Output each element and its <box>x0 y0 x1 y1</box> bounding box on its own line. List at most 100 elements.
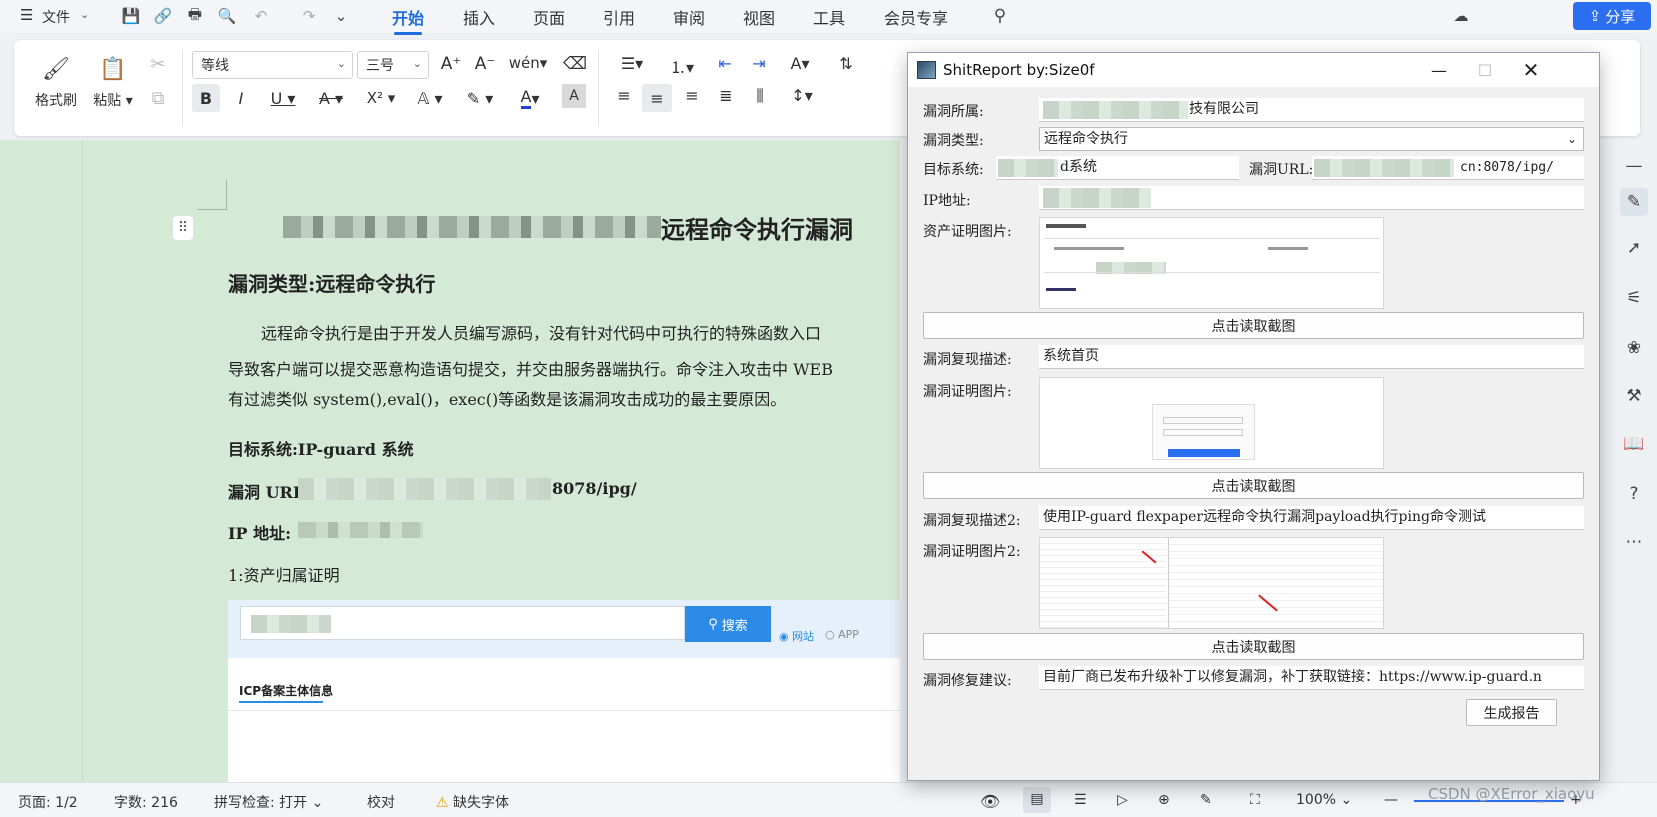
hamburger-icon[interactable]: ☰ <box>20 6 33 24</box>
undo-icon[interactable]: ↶ <box>251 6 271 26</box>
eye-icon[interactable]: 👁 <box>980 792 1000 811</box>
missing-font-warning[interactable]: ⚠ 缺失字体 <box>436 792 509 812</box>
link-icon[interactable]: 🔗 <box>153 6 173 26</box>
ip-address-input[interactable] <box>1039 186 1584 210</box>
line-spacing-icon[interactable]: ↕▾ <box>782 86 822 105</box>
print-icon[interactable]: 🖶 <box>185 5 205 26</box>
tab-page[interactable]: 页面 <box>533 5 565 29</box>
tab-tools[interactable]: 工具 <box>813 5 845 29</box>
tab-view[interactable]: 视图 <box>743 5 775 29</box>
more-chevron-icon[interactable]: ⌄ <box>331 6 351 26</box>
read-screenshot-button-2[interactable]: 点击读取截图 <box>923 472 1584 499</box>
minimize-button[interactable]: — <box>1416 53 1462 87</box>
grow-font-icon[interactable]: A⁺ <box>438 54 464 74</box>
thumb-login-box <box>1152 404 1255 460</box>
page-view-icon[interactable]: ▤ <box>1023 787 1051 813</box>
decrease-indent-icon[interactable]: ⇤ <box>712 54 738 73</box>
drag-handle-icon[interactable]: ⠿ <box>173 216 193 240</box>
align-center-icon[interactable]: ≡ <box>642 84 672 112</box>
play-icon[interactable]: ▷ <box>1117 792 1128 808</box>
pen-icon[interactable]: ✎ <box>1620 188 1648 216</box>
cut-icon[interactable]: ✂ <box>146 54 170 75</box>
close-button[interactable]: ✕ <box>1508 53 1554 87</box>
distributed-icon[interactable]: ⫼ <box>746 86 774 106</box>
zoom-level[interactable]: 100% ⌄ <box>1296 792 1352 808</box>
web-view-icon[interactable]: ⊕ <box>1158 792 1170 808</box>
save-icon[interactable]: 💾 <box>121 6 141 26</box>
generate-report-button[interactable]: 生成报告 <box>1466 699 1557 726</box>
read-screenshot-button-3[interactable]: 点击读取截图 <box>923 633 1584 660</box>
repro-desc-input[interactable]: 系统首页 <box>1039 345 1584 369</box>
align-right-icon[interactable]: ≡ <box>678 86 706 105</box>
search-icon: ⚲ <box>708 616 718 632</box>
italic-button[interactable]: I <box>228 84 254 112</box>
outline-view-icon[interactable]: ☰ <box>1074 792 1087 808</box>
annotate-icon[interactable]: ✎ <box>1200 792 1212 808</box>
strikethrough-button[interactable]: A ▾ <box>312 84 350 112</box>
pointer-icon[interactable]: ➚ <box>1622 236 1646 260</box>
text-direction-icon[interactable]: A▾ <box>780 54 820 73</box>
cloud-chat-icon[interactable]: ☁ <box>1451 6 1471 26</box>
repro-desc2-input[interactable]: 使用IP-guard flexpaper远程命令执行漏洞payload执行pin… <box>1039 506 1584 530</box>
underline-button[interactable]: U ▾ <box>264 84 302 112</box>
minus-icon[interactable]: — <box>1622 154 1646 178</box>
justify-icon[interactable]: ≣ <box>712 86 740 105</box>
file-menu[interactable]: 文件 <box>42 7 70 27</box>
book-icon[interactable]: 📖 <box>1622 432 1646 456</box>
font-color-button[interactable]: A ▾ <box>510 84 550 112</box>
align-left-icon[interactable]: ≡ <box>610 86 638 105</box>
sliders-icon[interactable]: ⚟ <box>1622 286 1646 310</box>
share-button[interactable]: ⇪ 分享 <box>1573 2 1651 30</box>
vuln-type-select[interactable]: 远程命令执行 ⌄ <box>1039 127 1584 151</box>
superscript-button[interactable]: X² ▾ <box>360 84 402 112</box>
eraser-icon[interactable]: ⌫ <box>562 54 588 74</box>
proofread-button[interactable]: 校对 <box>367 792 395 812</box>
para-line-1: 远程命令执行是由于开发人员编写源码，没有针对代码中可执行的特殊函数入口 <box>261 324 822 343</box>
word-count[interactable]: 字数: 216 <box>114 792 178 812</box>
char-shading-button[interactable]: A <box>562 84 586 108</box>
page-indicator[interactable]: 页面: 1/2 <box>18 792 78 812</box>
read-screenshot-button-1[interactable]: 点击读取截图 <box>923 312 1584 339</box>
tab-member[interactable]: 会员专享 <box>884 5 948 29</box>
chevron-down-icon[interactable]: ⌄ <box>80 8 89 21</box>
bullet-list-button[interactable]: ☰▾ <box>612 54 652 73</box>
zoom-out-icon[interactable]: — <box>1384 792 1398 808</box>
fix-suggestion-input[interactable]: 目前厂商已发布升级补丁以修复漏洞，补丁获取链接：https://www.ip-g… <box>1039 666 1584 690</box>
print-preview-icon[interactable]: 🔍 <box>217 6 237 26</box>
vuln-owner-input[interactable]: 技有限公司 <box>1039 98 1584 122</box>
target-system-label: 目标系统: <box>923 162 984 178</box>
sort-icon[interactable]: ⇅ <box>834 54 858 73</box>
target-system-input[interactable]: d系统 <box>996 156 1239 180</box>
fit-screen-icon[interactable]: ⛶ <box>1250 792 1260 808</box>
repro-desc2-label: 漏洞复现描述2: <box>923 513 1021 529</box>
numbered-list-button[interactable]: ⒈▾ <box>662 54 702 78</box>
paste-button[interactable]: 📋 粘贴 ▾ <box>90 50 136 116</box>
maximize-button[interactable]: ☐ <box>1462 53 1508 87</box>
vuln-url-suffix: 8078/ipg/ <box>552 479 637 498</box>
tab-insert[interactable]: 插入 <box>463 5 495 29</box>
format-painter-button[interactable]: 🖌 格式刷 <box>32 50 80 116</box>
icp-search-label: 搜索 <box>721 618 748 634</box>
font-size-select[interactable]: 三号 ⌄ <box>357 51 429 79</box>
shapes-icon[interactable]: ❀ <box>1622 336 1646 360</box>
redo-icon[interactable]: ↷ <box>299 6 319 26</box>
phonetic-icon[interactable]: wén▾ <box>508 54 548 72</box>
vuln-type-label: 漏洞类型: <box>923 133 984 149</box>
vuln-url-input[interactable]: cn:8078/ipg/ <box>1312 156 1584 180</box>
copy-icon[interactable]: ⧉ <box>146 88 170 109</box>
spellcheck-toggle[interactable]: 拼写检查: 打开 ⌄ <box>214 792 323 812</box>
font-name-select[interactable]: 等线 ⌄ <box>192 51 353 79</box>
shrink-font-icon[interactable]: A⁻ <box>472 54 498 74</box>
tab-review[interactable]: 审阅 <box>673 5 705 29</box>
search-icon[interactable]: ⚲ <box>990 6 1010 26</box>
highlight-button[interactable]: ✎ ▾ <box>460 84 500 112</box>
tab-home[interactable]: 开始 <box>392 5 424 35</box>
tools-icon[interactable]: ⚒ <box>1622 384 1646 408</box>
help-icon[interactable]: ? <box>1622 482 1646 506</box>
bold-button[interactable]: B <box>192 84 220 112</box>
icp-search-input <box>240 606 685 640</box>
more-icon[interactable]: ⋯ <box>1622 530 1646 554</box>
increase-indent-icon[interactable]: ⇥ <box>746 54 772 73</box>
text-effect-button[interactable]: 𝔸 ▾ <box>410 84 450 112</box>
tab-references[interactable]: 引用 <box>603 5 635 29</box>
